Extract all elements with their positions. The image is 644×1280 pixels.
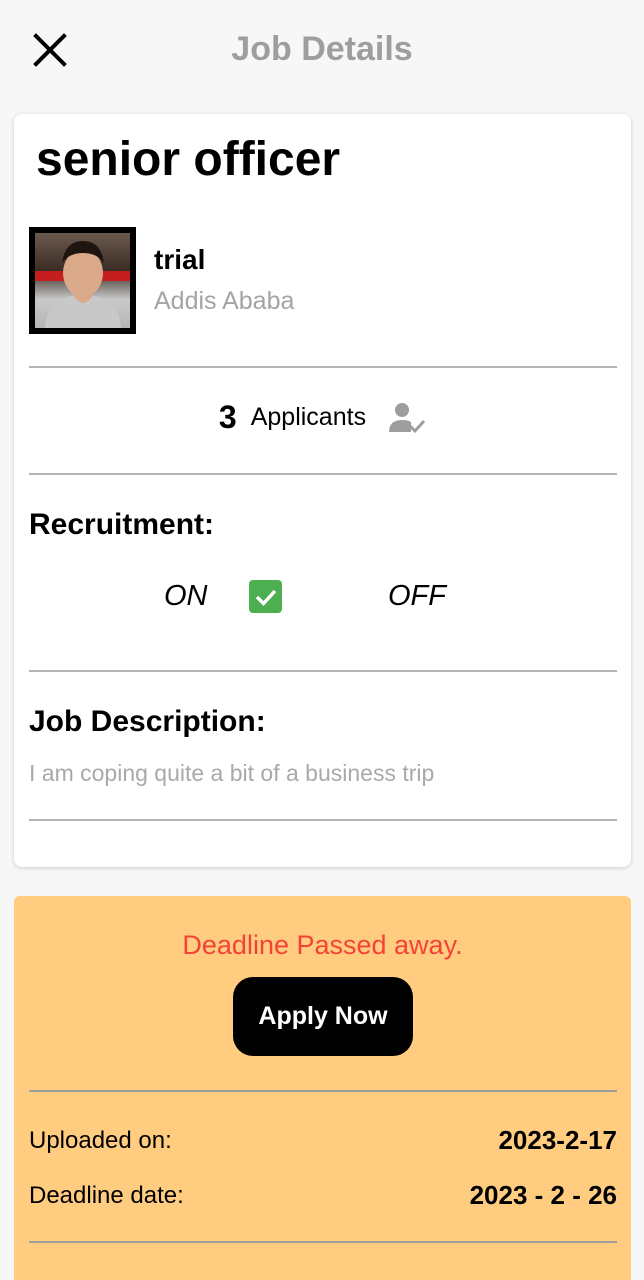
company-avatar: [29, 227, 136, 334]
uploaded-label: Uploaded on:: [29, 1127, 172, 1154]
description-heading: Job Description:: [29, 705, 266, 738]
job-card: senior officer trial Addis Ababa 3 Appli…: [14, 114, 631, 867]
recruitment-off-label[interactable]: OFF: [388, 580, 446, 613]
divider: [29, 1090, 617, 1092]
recruitment-heading: Recruitment:: [29, 508, 215, 541]
recruitment-on-label[interactable]: ON: [164, 580, 208, 613]
check-icon: [255, 589, 276, 606]
company-location: Addis Ababa: [154, 287, 295, 315]
divider: [29, 473, 617, 475]
description-text: I am coping quite a bit of a business tr…: [29, 760, 435, 786]
divider: [29, 366, 617, 368]
page-title: Job Details: [231, 30, 413, 68]
divider: [29, 670, 617, 672]
person-check-icon: [389, 402, 426, 433]
deadline-label: Deadline date:: [29, 1182, 184, 1209]
recruitment-checkbox[interactable]: [249, 580, 282, 613]
apply-now-button[interactable]: Apply Now: [233, 977, 413, 1056]
avatar-image: [35, 233, 130, 328]
apply-panel: Deadline Passed away. Apply Now Uploaded…: [14, 896, 631, 1280]
deadline-date: 2023 - 2 - 26: [469, 1180, 617, 1210]
deadline-message: Deadline Passed away.: [182, 930, 463, 960]
applicants-label: Applicants: [250, 403, 367, 431]
divider: [29, 1241, 617, 1243]
applicants-count: 3: [218, 399, 237, 435]
divider: [29, 819, 617, 821]
company-name: trial: [154, 244, 206, 275]
job-title: senior officer: [36, 133, 341, 186]
applicants-row: 3 Applicants: [14, 399, 631, 436]
app-bar: Job Details: [0, 0, 644, 100]
uploaded-date: 2023-2-17: [498, 1125, 617, 1155]
